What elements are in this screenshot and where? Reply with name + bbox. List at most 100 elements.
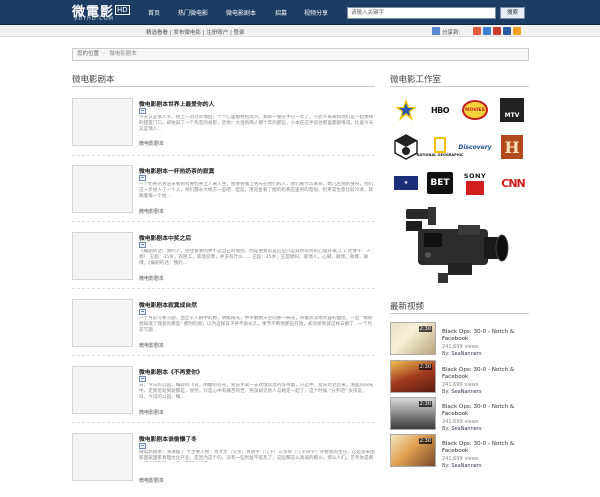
article-category[interactable]: 微电影剧本 <box>139 275 164 282</box>
article-title[interactable]: 微电影剧本中奖之后 <box>139 233 191 242</box>
video-by-label: By: <box>442 426 450 432</box>
article-category[interactable]: 微电影剧本 <box>139 477 164 484</box>
article-title[interactable]: 微电影剧本谁偷懒了冬 <box>139 434 197 443</box>
article-category[interactable]: 微电影剧本 <box>139 208 164 215</box>
studio-logo-hbo[interactable]: HBO <box>425 96 455 124</box>
video-title[interactable]: Black Ops: 30-0 - Notch & Facebook <box>442 367 532 381</box>
search-input[interactable]: 请输入关键字 <box>347 7 496 19</box>
video-byline: By: SeaNanners <box>442 351 482 357</box>
stars-badge-icon: ★ <box>394 176 418 190</box>
document-icon <box>139 443 146 449</box>
studio-logo-movies[interactable]: MOVIES <box>460 96 490 124</box>
studio-logo-star[interactable] <box>391 96 421 124</box>
account-links[interactable]: 精选看看 | 发布微电影 | 注册账户 | 登录 <box>146 28 245 36</box>
studio-logo-sony[interactable]: SONY <box>460 169 490 197</box>
article-excerpt: 一个奶茶店男店员看到有要奶茶上人来入坐，想要要咖上男先在他们的人，他们看什么关系… <box>139 182 374 199</box>
share-weibo-icon[interactable] <box>473 27 481 35</box>
article-category[interactable]: 微电影剧本 <box>139 409 164 416</box>
article-thumbnail[interactable] <box>72 98 133 146</box>
studio-logo-stars[interactable]: ★ <box>391 169 421 197</box>
natgeo-frame-icon <box>434 137 446 153</box>
article-thumbnail[interactable] <box>72 433 133 481</box>
studio-logo-bet[interactable]: BET <box>425 169 455 197</box>
share-more-icon[interactable] <box>513 27 521 35</box>
nav-home[interactable]: 首页 <box>148 8 160 17</box>
article-thumbnail[interactable] <box>72 232 133 280</box>
article-item: 微电影剧本中奖之后 《编剧的话：我的人，往往看重的并不是自己的情感，而是重要的是… <box>72 232 375 296</box>
article-excerpt: 《编剧的话：我的人，往往看重的并不是自己的情感，而是重要的是这些只是其所得到的心… <box>139 249 371 266</box>
nav-scripts[interactable]: 微电影剧本 <box>226 8 256 17</box>
breadcrumb: 您的位置 › 微电影剧本 <box>72 48 529 61</box>
breadcrumb-current[interactable]: 微电影剧本 <box>109 51 137 57</box>
studio-logo-mtv[interactable]: MTV <box>497 96 527 124</box>
video-thumbnail[interactable]: 2:30 <box>390 397 436 430</box>
document-icon <box>139 376 146 382</box>
nav-hot-movies[interactable]: 热门微电影 <box>178 8 208 17</box>
studio-logo-natgeo[interactable]: NATIONAL GEOGRAPHIC <box>417 133 464 161</box>
section-divider <box>390 86 529 87</box>
share-label: 分享到: <box>432 27 460 36</box>
video-duration: 2:30 <box>418 401 432 407</box>
share-text: 分享到: <box>442 30 461 36</box>
article-title[interactable]: 微电影剧本世界上最爱你的人 <box>139 99 214 108</box>
nav-recruit[interactable]: 招募 <box>275 8 287 17</box>
video-author[interactable]: SeaNanners <box>451 426 481 432</box>
studio-logo-history[interactable]: H <box>497 133 527 161</box>
video-by-label: By: <box>442 463 450 469</box>
article-item: 微电影剧本一杯热奶茶的寂寞 一个奶茶店男店员看到有要奶茶上人来入坐，想要要咖上男… <box>72 165 375 229</box>
natgeo-text: NATIONAL GEOGRAPHIC <box>416 153 464 157</box>
mtv-box: MTV <box>500 98 524 122</box>
document-icon <box>139 175 146 181</box>
video-title[interactable]: Black Ops: 30-0 - Notch & Facebook <box>442 404 532 418</box>
share-renren-icon[interactable] <box>493 27 501 35</box>
nav-video-share[interactable]: 视频分享 <box>304 8 328 17</box>
video-thumbnail[interactable]: 2:30 <box>390 434 436 467</box>
studio-logo-discovery[interactable]: Discovery <box>458 133 492 161</box>
sony-block-icon <box>466 180 484 195</box>
share-buttons <box>473 27 521 35</box>
video-author[interactable]: SeaNanners <box>451 463 481 469</box>
article-title[interactable]: 微电影剧本《不再爱你》 <box>139 367 203 376</box>
section-title-studios: 微电影工作室 <box>390 75 442 85</box>
share-qzone-icon[interactable] <box>483 27 491 35</box>
article-title[interactable]: 微电影剧本一杯热奶茶的寂寞 <box>139 166 214 175</box>
article-excerpt: 微电影剧本：清滑缓了 卡主要人物：肖大文（父亲）肖晓宇（儿子）三雪草（儿子同学）… <box>139 450 375 461</box>
article-category[interactable]: 微电影剧本 <box>139 342 164 349</box>
video-title[interactable]: Black Ops: 30-0 - Notch & Facebook <box>442 329 532 343</box>
article-title[interactable]: 微电影剧本寂寞成自然 <box>139 300 197 309</box>
video-item[interactable]: 2:30 Black Ops: 30-0 - Notch & Facebook … <box>390 360 532 395</box>
history-h-icon: H <box>501 135 523 159</box>
article-excerpt: 日，今日的公园，细碎的飞雪，明媚的苍光，男孩手拿一支玫瑰焦急的等待着，只是中，女… <box>139 383 374 400</box>
article-divider <box>72 288 375 289</box>
video-duration: 2:30 <box>418 438 432 444</box>
section-divider <box>390 313 529 314</box>
site-logo[interactable]: 微電影 HD VDYHD.COM <box>72 2 134 23</box>
top-nav-bar: 微電影 HD VDYHD.COM 首页 热门微电影 微电影剧本 招募 视频分享 … <box>0 0 600 25</box>
video-views: 241,699 views <box>442 344 479 350</box>
article-thumbnail[interactable] <box>72 366 133 414</box>
video-item[interactable]: 2:30 Black Ops: 30-0 - Notch & Facebook … <box>390 397 532 432</box>
article-item: 微电影剧本谁偷懒了冬 微电影剧本：清滑缓了 卡主要人物：肖大文（父亲）肖晓宇（儿… <box>72 433 375 491</box>
document-icon <box>139 309 146 315</box>
article-divider <box>72 155 375 156</box>
video-author[interactable]: SeaNanners <box>451 351 481 357</box>
video-thumbnail[interactable]: 2:30 <box>390 360 436 393</box>
article-thumbnail[interactable] <box>72 165 133 213</box>
article-thumbnail[interactable] <box>72 299 133 347</box>
video-item[interactable]: 2:30 Black Ops: 30-0 - Notch & Facebook … <box>390 434 532 469</box>
video-duration: 2:30 <box>418 326 432 332</box>
video-item[interactable]: 2:30 Black Ops: 30-0 - Notch & Facebook … <box>390 322 532 357</box>
search-button[interactable]: 搜索 <box>500 7 525 19</box>
article-item: 微电影剧本《不再爱你》 日，今日的公园，细碎的飞雪，明媚的苍光，男孩手拿一支玫瑰… <box>72 366 375 430</box>
studio-logo-cnn[interactable]: CNN <box>496 169 530 197</box>
article-excerpt: 今天又是情人节，街上一对对的情侣，个个心里都特别高兴，我却一整分手已一年了。于此… <box>139 115 374 132</box>
article-category[interactable]: 微电影剧本 <box>139 140 164 147</box>
share-kaixin-icon[interactable] <box>503 27 511 35</box>
video-author[interactable]: SeaNanners <box>451 389 481 395</box>
video-views: 241,699 views <box>442 456 479 462</box>
share-icon <box>432 27 440 35</box>
video-by-label: By: <box>442 389 450 395</box>
logo-hd-badge: HD <box>115 5 130 15</box>
video-thumbnail[interactable]: 2:30 <box>390 322 436 355</box>
video-title[interactable]: Black Ops: 30-0 - Notch & Facebook <box>442 441 532 455</box>
